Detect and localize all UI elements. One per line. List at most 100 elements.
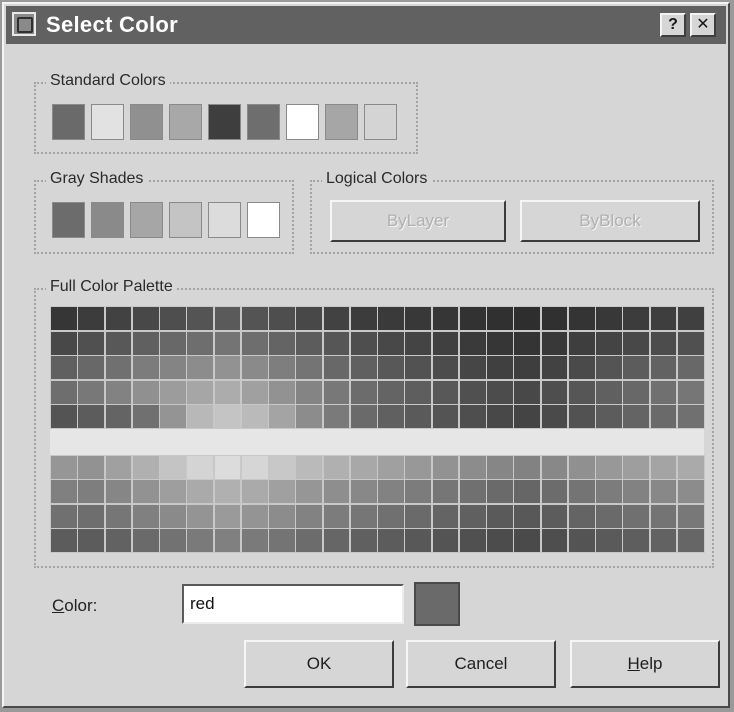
palette-color-cell[interactable]	[595, 404, 623, 429]
ok-button[interactable]: OK	[244, 640, 394, 688]
palette-color-cell[interactable]	[404, 355, 432, 380]
palette-color-cell[interactable]	[458, 379, 487, 405]
palette-color-cell[interactable]	[50, 479, 78, 504]
palette-color-cell[interactable]	[431, 454, 460, 480]
palette-color-cell[interactable]	[268, 528, 296, 553]
palette-color-cell[interactable]	[649, 503, 678, 529]
palette-color-cell[interactable]	[622, 379, 650, 405]
bylayer-button[interactable]: ByLayer	[330, 200, 506, 242]
palette-color-cell[interactable]	[159, 330, 187, 356]
palette-color-cell[interactable]	[567, 355, 596, 380]
palette-color-cell[interactable]	[77, 306, 105, 331]
palette-color-cell[interactable]	[295, 306, 323, 331]
palette-color-cell[interactable]	[186, 479, 214, 504]
palette-color-cell[interactable]	[240, 479, 269, 504]
palette-color-cell[interactable]	[159, 454, 187, 480]
palette-color-cell[interactable]	[622, 528, 650, 553]
palette-color-cell[interactable]	[213, 454, 242, 480]
palette-color-cell[interactable]	[513, 306, 541, 331]
palette-color-cell[interactable]	[186, 404, 214, 429]
palette-color-cell[interactable]	[540, 330, 569, 356]
palette-color-cell[interactable]	[159, 479, 187, 504]
palette-color-cell[interactable]	[595, 355, 623, 380]
palette-color-cell[interactable]	[104, 306, 133, 331]
palette-color-cell[interactable]	[240, 528, 269, 553]
palette-color-cell[interactable]	[404, 503, 432, 529]
palette-color-cell[interactable]	[676, 479, 705, 504]
palette-color-cell[interactable]	[377, 528, 405, 553]
palette-color-cell[interactable]	[404, 454, 432, 480]
palette-color-cell[interactable]	[676, 306, 705, 331]
palette-color-cell[interactable]	[213, 330, 242, 356]
palette-color-cell[interactable]	[186, 355, 214, 380]
palette-color-cell[interactable]	[322, 330, 351, 356]
help-button[interactable]: Help	[570, 640, 720, 688]
palette-color-cell[interactable]	[649, 404, 678, 429]
palette-color-cell[interactable]	[104, 379, 133, 405]
palette-color-cell[interactable]	[377, 330, 405, 356]
gray-shade-swatch[interactable]	[208, 202, 241, 238]
palette-color-cell[interactable]	[213, 379, 242, 405]
palette-color-cell[interactable]	[404, 528, 432, 553]
palette-color-cell[interactable]	[268, 379, 296, 405]
palette-color-cell[interactable]	[131, 454, 160, 480]
palette-color-cell[interactable]	[540, 404, 569, 429]
close-button[interactable]: ✕	[690, 13, 716, 37]
palette-color-cell[interactable]	[77, 528, 105, 553]
palette-color-cell[interactable]	[50, 379, 78, 405]
palette-color-cell[interactable]	[50, 330, 78, 356]
palette-color-cell[interactable]	[77, 355, 105, 380]
palette-color-cell[interactable]	[431, 355, 460, 380]
palette-color-cell[interactable]	[540, 479, 569, 504]
palette-color-cell[interactable]	[486, 330, 514, 356]
standard-color-swatch[interactable]	[130, 104, 163, 140]
palette-color-cell[interactable]	[77, 330, 105, 356]
palette-color-cell[interactable]	[159, 528, 187, 553]
palette-color-cell[interactable]	[513, 454, 541, 480]
gray-shade-swatch[interactable]	[52, 202, 85, 238]
palette-color-cell[interactable]	[486, 503, 514, 529]
palette-color-cell[interactable]	[458, 503, 487, 529]
palette-color-cell[interactable]	[186, 379, 214, 405]
palette-color-cell[interactable]	[377, 355, 405, 380]
palette-color-cell[interactable]	[159, 503, 187, 529]
palette-color-cell[interactable]	[486, 306, 514, 331]
palette-color-cell[interactable]	[322, 379, 351, 405]
title-bar[interactable]: Select Color ? ✕	[6, 6, 726, 44]
palette-color-cell[interactable]	[240, 503, 269, 529]
standard-color-swatch[interactable]	[364, 104, 397, 140]
palette-color-cell[interactable]	[431, 404, 460, 429]
palette-color-cell[interactable]	[567, 528, 596, 553]
palette-color-cell[interactable]	[186, 454, 214, 480]
palette-color-cell[interactable]	[567, 454, 596, 480]
palette-color-cell[interactable]	[349, 528, 378, 553]
palette-color-cell[interactable]	[377, 306, 405, 331]
palette-color-cell[interactable]	[595, 503, 623, 529]
help-question-button[interactable]: ?	[660, 13, 686, 37]
palette-color-cell[interactable]	[622, 306, 650, 331]
standard-color-swatch[interactable]	[169, 104, 202, 140]
palette-color-cell[interactable]	[186, 330, 214, 356]
palette-color-cell[interactable]	[268, 404, 296, 429]
palette-color-cell[interactable]	[404, 306, 432, 331]
palette-color-cell[interactable]	[377, 479, 405, 504]
palette-color-cell[interactable]	[513, 503, 541, 529]
palette-color-cell[interactable]	[77, 379, 105, 405]
palette-color-cell[interactable]	[295, 404, 323, 429]
palette-color-cell[interactable]	[486, 355, 514, 380]
palette-color-cell[interactable]	[240, 454, 269, 480]
palette-color-cell[interactable]	[295, 503, 323, 529]
palette-color-cell[interactable]	[513, 479, 541, 504]
standard-color-swatch[interactable]	[52, 104, 85, 140]
palette-color-cell[interactable]	[513, 528, 541, 553]
palette-color-cell[interactable]	[649, 355, 678, 380]
palette-color-cell[interactable]	[676, 503, 705, 529]
palette-color-cell[interactable]	[676, 330, 705, 356]
palette-color-cell[interactable]	[240, 306, 269, 331]
palette-color-cell[interactable]	[268, 503, 296, 529]
palette-color-cell[interactable]	[486, 479, 514, 504]
palette-color-cell[interactable]	[567, 306, 596, 331]
palette-color-cell[interactable]	[595, 479, 623, 504]
palette-color-cell[interactable]	[567, 330, 596, 356]
palette-color-cell[interactable]	[50, 404, 78, 429]
